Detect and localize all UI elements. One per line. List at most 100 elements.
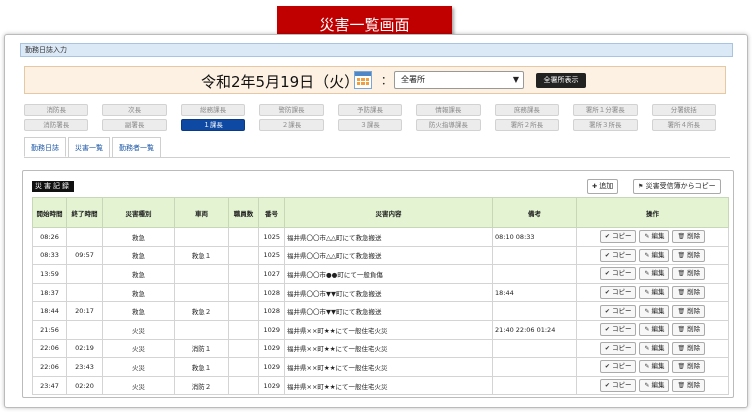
- edit-button[interactable]: ✎ 編集: [639, 248, 670, 262]
- edit-button[interactable]: ✎ 編集: [639, 267, 670, 281]
- copy-from-receipt-button[interactable]: ⚑ 災害受信簿からコピー: [633, 179, 721, 194]
- role-button[interactable]: 署所４所長: [651, 119, 716, 131]
- copy-button[interactable]: ✔ コピー: [599, 379, 637, 393]
- cell-disaster-content: 福井県××町★★にて一般住宅火災: [284, 357, 493, 377]
- cell-vehicle: 救急２: [174, 301, 229, 321]
- role-button[interactable]: 副署長: [102, 119, 167, 131]
- chevron-down-icon: ▼: [512, 75, 519, 84]
- role-button[interactable]: 総務課長: [180, 104, 246, 116]
- breadcrumb: 勤務日誌入力: [20, 43, 733, 57]
- add-button-label: 追加: [599, 182, 614, 190]
- cell-vehicle: [174, 282, 229, 303]
- table-row: 08:26 救急 1025 福井県〇〇市△△町にて救急搬送 08:10 08:33 ✔ コピ…: [32, 227, 729, 247]
- edit-icon: ✎: [644, 289, 650, 297]
- edit-button[interactable]: ✎ 編集: [639, 360, 670, 374]
- role-row: 消防長 次長 総務課長 警防課長 予防課長 情報課長 庶務課長 署所１分署長 分署統括: [24, 104, 730, 116]
- cell-disaster-type: 救急: [102, 245, 175, 266]
- tab-work-log[interactable]: 勤務日誌: [24, 137, 66, 157]
- tab-disaster-list[interactable]: 災害一覧: [68, 137, 110, 157]
- calendar-icon[interactable]: [354, 71, 372, 89]
- cell-vehicle: [174, 319, 229, 340]
- edit-button-label: 編集: [651, 288, 665, 297]
- role-button[interactable]: 情報課長: [416, 104, 481, 116]
- delete-button-label: 削除: [687, 381, 701, 390]
- edit-icon: ✎: [644, 307, 650, 315]
- delete-button-label: 削除: [687, 269, 701, 278]
- role-button[interactable]: 分署統括: [651, 104, 716, 116]
- edit-button[interactable]: ✎ 編集: [639, 323, 670, 337]
- show-all-stations-button[interactable]: 全署所表示: [536, 73, 586, 88]
- copy-button[interactable]: ✔ コピー: [599, 230, 637, 244]
- role-button[interactable]: 署所１分署長: [573, 104, 638, 116]
- role-button[interactable]: １課長: [180, 119, 246, 131]
- edit-button[interactable]: ✎ 編集: [639, 286, 670, 300]
- edit-icon: ✎: [644, 270, 650, 278]
- edit-button[interactable]: ✎ 編集: [639, 379, 670, 393]
- cell-end-time: [66, 282, 103, 303]
- delete-button[interactable]: 🗑 削除: [672, 341, 706, 355]
- date-bar: 令和2年5月19日（火） ： 全署所 ▼ 全署所表示: [24, 66, 726, 94]
- copy-button[interactable]: ✔ コピー: [599, 248, 637, 262]
- add-button[interactable]: ✚ 追加: [587, 179, 619, 194]
- role-button[interactable]: 警防課長: [259, 104, 324, 116]
- cell-number: 1028: [258, 301, 285, 321]
- cell-operations: ✔ コピー ✎ 編集 🗑 削除: [576, 245, 729, 266]
- delete-button[interactable]: 🗑 削除: [672, 267, 706, 281]
- cell-number: 1029: [258, 357, 285, 377]
- edit-button[interactable]: ✎ 編集: [639, 304, 670, 318]
- role-button[interactable]: 署所３所長: [573, 119, 638, 131]
- cell-staff-count: [228, 357, 259, 377]
- delete-button[interactable]: 🗑 削除: [672, 360, 706, 374]
- role-selector: 消防長 次長 総務課長 警防課長 予防課長 情報課長 庶務課長 署所１分署長 分署統括 消防署長…: [24, 104, 730, 134]
- delete-button[interactable]: 🗑 削除: [672, 230, 706, 244]
- delete-button[interactable]: 🗑 削除: [672, 286, 706, 300]
- copy-button[interactable]: ✔ コピー: [599, 304, 637, 318]
- cell-start-time: 08:26: [32, 227, 67, 247]
- edit-icon: ✎: [644, 363, 650, 371]
- delete-button[interactable]: 🗑 削除: [672, 323, 706, 337]
- role-button[interactable]: ３課長: [337, 119, 403, 131]
- cell-disaster-type: 救急: [102, 282, 175, 303]
- trash-icon: 🗑: [677, 344, 686, 352]
- delete-button[interactable]: 🗑 削除: [672, 248, 706, 262]
- delete-button-label: 削除: [687, 325, 701, 334]
- role-button[interactable]: 防火指導課長: [416, 119, 481, 131]
- role-button[interactable]: 署所２所長: [494, 119, 560, 131]
- cell-vehicle: 救急１: [174, 245, 229, 266]
- cell-disaster-type: 救急: [102, 301, 175, 321]
- copy-button[interactable]: ✔ コピー: [599, 267, 637, 281]
- cell-start-time: 21:56: [32, 319, 67, 340]
- table-row: 18:37 救急 1028 福井県〇〇市▼▼町にて救急搬送 18:44 ✔ コピー ✎ 編集 🗑 削…: [32, 282, 729, 303]
- cell-number: 1025: [258, 245, 285, 266]
- role-button[interactable]: ２課長: [259, 119, 324, 131]
- tab-staff-list[interactable]: 勤務者一覧: [112, 137, 161, 157]
- table-row: 13:59 救急 1027 福井県〇〇市●●町にて一般負傷 ✔ コピー ✎ 編集 🗑 削除: [32, 264, 729, 284]
- delete-button[interactable]: 🗑 削除: [672, 304, 706, 318]
- role-button[interactable]: 消防署長: [24, 119, 89, 131]
- tab-divider: [24, 157, 730, 158]
- delete-button[interactable]: 🗑 削除: [672, 379, 706, 393]
- cell-staff-count: [228, 338, 259, 359]
- cell-staff-count: [228, 375, 259, 396]
- edit-button[interactable]: ✎ 編集: [639, 341, 670, 355]
- cell-vehicle: 消防２: [174, 375, 229, 396]
- plus-icon: ✚: [592, 183, 598, 190]
- role-button[interactable]: 次長: [102, 104, 167, 116]
- copy-button[interactable]: ✔ コピー: [599, 360, 637, 374]
- copy-button[interactable]: ✔ コピー: [599, 341, 637, 355]
- edit-button[interactable]: ✎ 編集: [639, 230, 670, 244]
- delete-button-label: 削除: [687, 343, 701, 352]
- copy-button[interactable]: ✔ コピー: [599, 323, 637, 337]
- role-button[interactable]: 消防長: [24, 104, 89, 116]
- role-button[interactable]: 予防課長: [337, 104, 403, 116]
- trash-icon: 🗑: [677, 270, 686, 278]
- copy-button-label: コピー: [611, 288, 632, 297]
- cell-number: 1029: [258, 319, 285, 340]
- station-select[interactable]: 全署所 ▼: [394, 71, 524, 89]
- col-start-time: 開始時間: [32, 197, 67, 228]
- copy-button[interactable]: ✔ コピー: [599, 286, 637, 300]
- role-button[interactable]: 庶務課長: [494, 104, 560, 116]
- table-row: 08:33 09:57 救急 救急１ 1025 福井県〇〇市△△町にて救急搬送 ✔ コピー ✎ 編…: [32, 245, 729, 266]
- cell-end-time: 09:57: [66, 245, 103, 266]
- cell-operations: ✔ コピー ✎ 編集 🗑 削除: [576, 301, 729, 321]
